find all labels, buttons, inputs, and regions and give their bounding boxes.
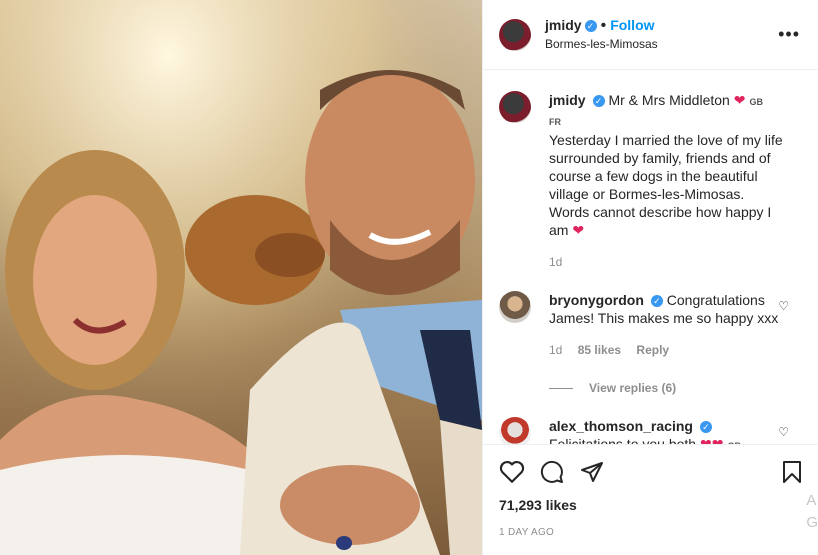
edge-overlay-text: A G xyxy=(806,490,818,534)
heart-emoji-icon: ❤ xyxy=(733,92,746,108)
share-icon[interactable] xyxy=(579,460,605,484)
caption-body: jmidy ✓ Mr & Mrs Middleton ❤ GB FR Yesterd… xyxy=(549,91,785,271)
verified-badge-icon: ✓ xyxy=(592,95,605,108)
caption-row: jmidy ✓ Mr & Mrs Middleton ❤ GB FR Yesterd… xyxy=(499,91,803,271)
comment-likes[interactable]: 85 likes xyxy=(578,343,621,357)
heart-emoji-icon: ❤❤ xyxy=(699,436,724,444)
comment-like-icon[interactable]: ♡ xyxy=(778,425,789,439)
comments-section[interactable]: jmidy ✓ Mr & Mrs Middleton ❤ GB FR Yesterd… xyxy=(483,71,818,444)
caption-time[interactable]: 1d xyxy=(549,255,562,269)
like-icon[interactable] xyxy=(499,460,525,484)
likes-count[interactable]: 71,293 likes xyxy=(499,497,803,513)
more-options-icon[interactable]: ••• xyxy=(778,24,800,45)
view-replies-label[interactable]: View replies (6) xyxy=(589,381,676,395)
comment-body: alex_thomson_racing ✓ Felicitations to yo… xyxy=(549,417,785,444)
post-timestamp[interactable]: 1 DAY AGO xyxy=(499,527,803,538)
bookmark-icon[interactable] xyxy=(781,460,803,484)
post-sidebar: jmidy ✓ • Follow Bormes-les-Mimosas ••• jmi… xyxy=(482,0,818,555)
author-username[interactable]: jmidy xyxy=(545,17,582,33)
action-icons xyxy=(499,457,803,487)
edge-letter: A xyxy=(806,492,817,509)
caption-avatar[interactable] xyxy=(499,91,531,123)
comment-icon[interactable] xyxy=(539,460,565,484)
wedding-photo xyxy=(0,0,482,555)
caption-title: Mr & Mrs Middleton xyxy=(608,92,730,108)
edge-letter: G xyxy=(806,514,818,531)
verified-badge-icon: ✓ xyxy=(584,19,597,32)
commenter-avatar[interactable] xyxy=(499,291,531,323)
comment-row: alex_thomson_racing ✓ Felicitations to yo… xyxy=(499,417,803,444)
separator-dot: • xyxy=(600,17,607,34)
reply-button[interactable]: Reply xyxy=(636,343,669,357)
follow-button[interactable]: Follow xyxy=(610,17,654,33)
comment-username[interactable]: alex_thomson_racing xyxy=(549,418,693,434)
verified-badge-icon: ✓ xyxy=(699,421,712,434)
author-info: jmidy ✓ • Follow Bormes-les-Mimosas xyxy=(545,16,658,53)
comment-time[interactable]: 1d xyxy=(549,343,562,357)
author-avatar[interactable] xyxy=(499,18,531,51)
post-location[interactable]: Bormes-les-Mimosas xyxy=(545,35,658,53)
commenter-avatar[interactable] xyxy=(499,417,531,444)
verified-badge-icon: ✓ xyxy=(650,295,663,308)
caption-meta: 1d xyxy=(549,253,785,271)
instagram-post: jmidy ✓ • Follow Bormes-les-Mimosas ••• jmi… xyxy=(0,0,818,555)
replies-line xyxy=(549,387,573,389)
caption-text: Yesterday I married the love of my life … xyxy=(549,131,785,239)
post-actions: 71,293 likes 1 DAY AGO xyxy=(483,444,818,555)
comment-username[interactable]: bryonygordon xyxy=(549,292,644,308)
flag-gb: GB xyxy=(749,97,763,107)
post-photo[interactable] xyxy=(0,0,482,555)
heart-emoji-icon: ❤ xyxy=(572,222,585,238)
flag-fr: FR xyxy=(549,117,561,127)
comment-row: bryonygordon ✓ Congratulations James! Thi… xyxy=(499,291,803,359)
comment-meta: 1d 85 likes Reply xyxy=(549,341,785,359)
comment-text: Felicitations to you both xyxy=(549,436,697,444)
caption-username[interactable]: jmidy xyxy=(549,92,586,108)
view-replies[interactable]: View replies (6) xyxy=(549,381,803,395)
post-header: jmidy ✓ • Follow Bormes-les-Mimosas ••• xyxy=(483,0,818,70)
comment-like-icon[interactable]: ♡ xyxy=(778,299,789,313)
comment-body: bryonygordon ✓ Congratulations James! Thi… xyxy=(549,291,785,359)
